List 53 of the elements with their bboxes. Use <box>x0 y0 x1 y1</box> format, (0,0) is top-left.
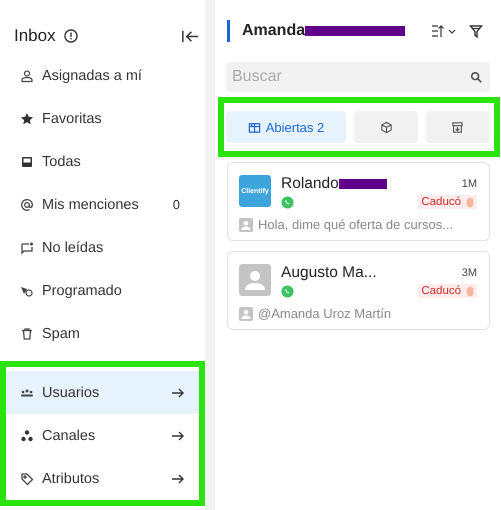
agent-name: Amanda <box>242 22 306 40</box>
arrow-icon <box>171 430 185 442</box>
contact-name: Augusto Ma... <box>281 264 377 282</box>
settings-item[interactable]: Atributos <box>6 457 199 500</box>
tab[interactable] <box>426 111 489 143</box>
tab[interactable] <box>354 111 418 143</box>
conversation-card[interactable]: Augusto Ma... 3M Caducó @Amanda Uroz Martín <box>227 251 490 330</box>
archive-icon <box>451 120 464 134</box>
settings-item[interactable]: Usuarios <box>6 371 199 414</box>
settings-item[interactable]: Canales <box>6 414 199 457</box>
box-icon <box>380 120 392 134</box>
nav-item[interactable]: Favoritas <box>0 97 200 140</box>
nav-item[interactable]: Programado <box>0 269 200 312</box>
avatar-icon <box>239 264 271 296</box>
whatsapp-icon <box>281 284 294 298</box>
arrow-icon <box>171 386 185 398</box>
nav-item[interactable]: Mis menciones 0 <box>0 183 200 226</box>
accent-bar <box>227 20 230 42</box>
hand-icon <box>465 285 475 297</box>
inbox-icon <box>248 120 261 134</box>
nav-item[interactable]: Spam <box>0 312 200 355</box>
status-badge: Caducó <box>418 195 477 209</box>
message-preview: @Amanda Uroz Martín <box>258 306 392 321</box>
hand-icon <box>465 196 475 208</box>
search-field[interactable]: Buscar <box>226 62 490 92</box>
tab[interactable]: Abiertas 2 <box>226 111 346 143</box>
status-badge: Caducó <box>418 284 477 298</box>
star-icon <box>20 112 34 126</box>
avatar-icon <box>239 306 253 320</box>
whatsapp-icon <box>281 196 294 208</box>
time-label: 1M <box>462 178 477 190</box>
info-icon[interactable] <box>64 29 78 43</box>
contact-name: Rolando <box>281 175 339 193</box>
user-icon <box>20 68 34 82</box>
avatar-icon <box>239 218 253 232</box>
message-preview: Hola, dime qué oferta de cursos... <box>258 217 454 232</box>
filter-icon[interactable] <box>469 24 484 38</box>
collapse-icon[interactable] <box>181 28 200 44</box>
time-label: 3M <box>462 267 477 279</box>
trash-icon <box>20 326 34 340</box>
nav-item[interactable]: Todas <box>0 140 200 183</box>
mentions-count: 0 <box>172 197 180 212</box>
inbox-title: Inbox <box>14 26 56 46</box>
at-icon <box>20 198 34 212</box>
nav-item[interactable]: No leídas <box>0 226 200 269</box>
arrow-icon <box>171 472 185 484</box>
sort-icon[interactable] <box>431 24 458 38</box>
dots-icon <box>20 428 34 442</box>
search-icon <box>470 71 482 83</box>
nav-item[interactable]: Asignadas a mí <box>0 54 200 97</box>
message-icon <box>20 240 34 254</box>
tag-icon <box>20 472 34 486</box>
inbox-icon <box>20 154 34 168</box>
